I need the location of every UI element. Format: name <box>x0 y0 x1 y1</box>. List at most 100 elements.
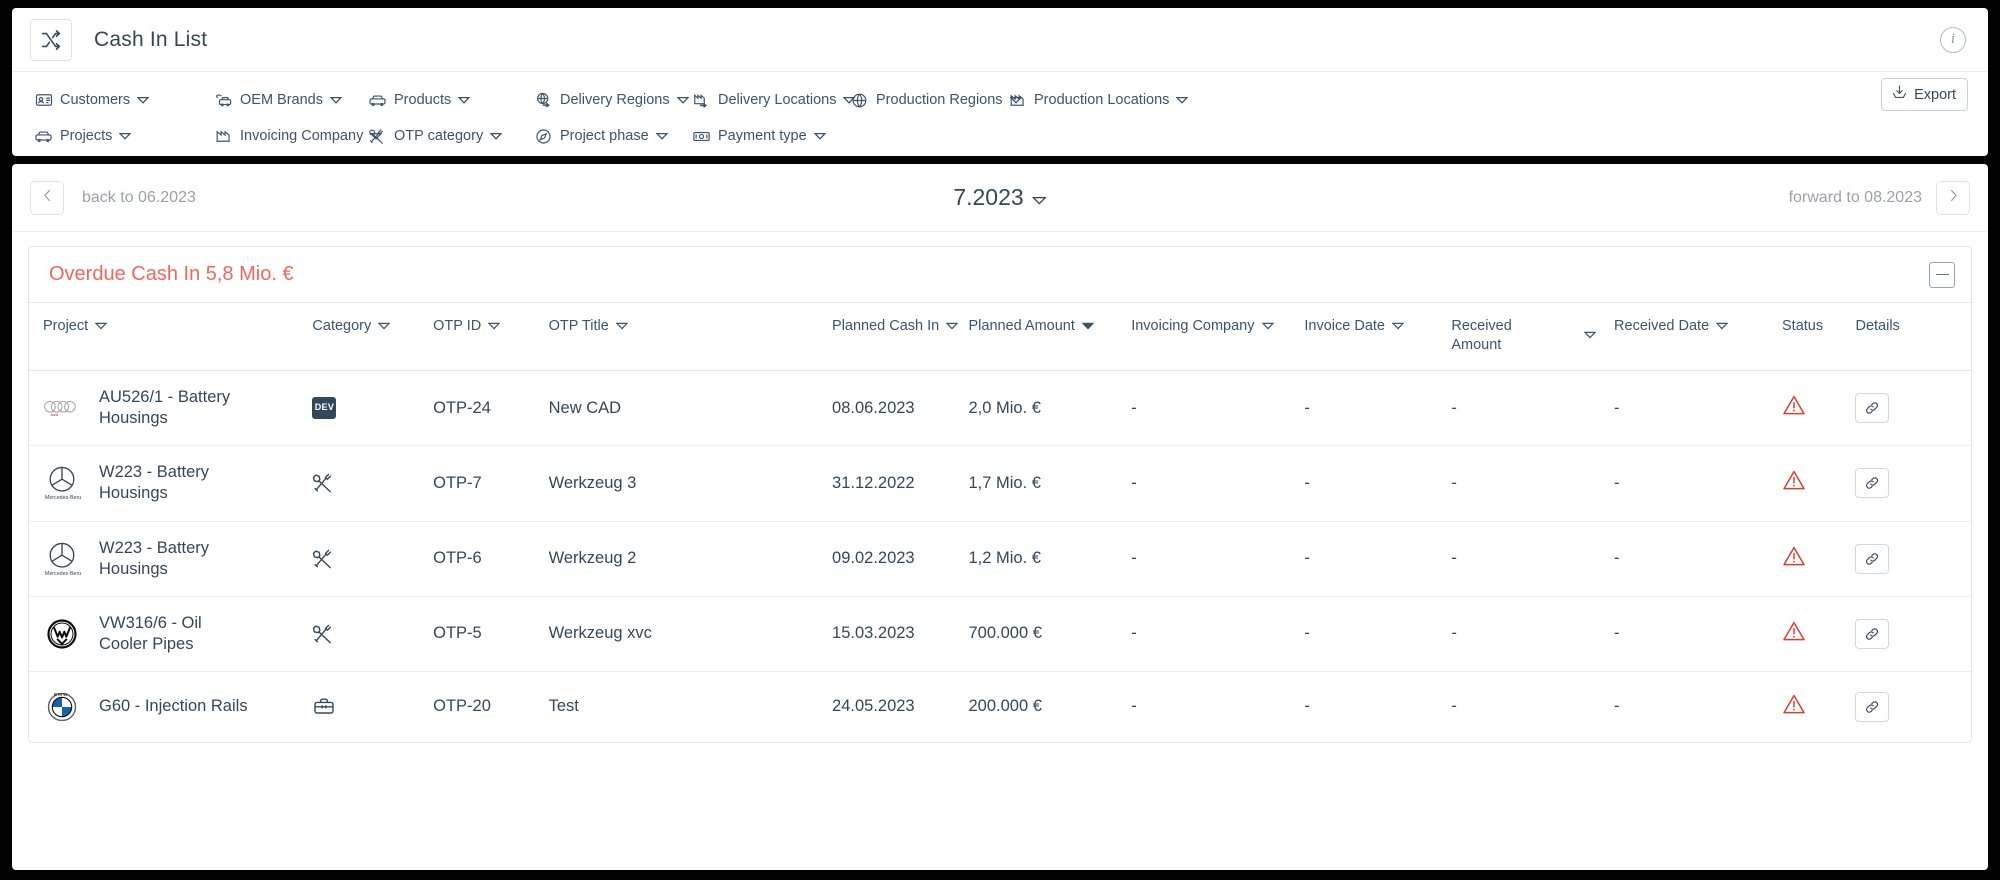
chevron-down-icon <box>813 132 826 140</box>
sort-icon <box>488 322 501 330</box>
globe-arrow-icon <box>534 91 553 110</box>
details-link-button[interactable] <box>1855 618 1890 649</box>
cell-otp-id: OTP-7 <box>433 445 549 522</box>
cell-received-amount: - <box>1451 670 1615 742</box>
project-name: W223 - Battery Housings <box>99 538 210 578</box>
cell-otp-id: OTP-24 <box>433 370 549 446</box>
sort-icon <box>378 322 391 330</box>
shuffle-icon[interactable] <box>30 18 72 61</box>
chevron-down-icon <box>1032 184 1048 211</box>
cell-received-date: - <box>1614 595 1782 672</box>
cell-otp-title: Werkzeug 3 <box>548 445 833 522</box>
cell-invoice-date: - <box>1304 670 1452 742</box>
details-link-button[interactable] <box>1855 691 1890 722</box>
th-label: Planned Amount <box>968 318 1075 334</box>
period-selector[interactable]: 7.2023 <box>953 184 1048 211</box>
minus-square-icon[interactable] <box>1929 261 1955 288</box>
card-header: Overdue Cash In 5,8 Mio. € <box>29 247 1971 303</box>
cell-status <box>1782 670 1856 742</box>
th-planned-cash-in[interactable]: Planned Cash In <box>832 303 968 371</box>
filter-delivery-locations[interactable]: Delivery Locations <box>692 91 856 110</box>
filter-otp-category[interactable]: OTP category <box>368 127 534 146</box>
chevron-down-icon <box>137 96 150 104</box>
filter-row-2: Projects Invoicing Company OTP category … <box>12 118 1988 154</box>
cell-received-date: - <box>1614 445 1782 522</box>
cell-invoice-date: - <box>1304 595 1452 672</box>
details-link-button[interactable] <box>1855 468 1890 499</box>
cell-planned-amount: 1,2 Mio. € <box>968 520 1132 597</box>
th-otp-title[interactable]: OTP Title <box>549 303 832 371</box>
table-row[interactable]: Mercedes-Benz W223 - Battery Housings OT… <box>29 520 1971 597</box>
export-button[interactable]: Export <box>1881 78 1968 111</box>
contact-card-icon <box>34 91 53 110</box>
filter-customers[interactable]: Customers <box>34 91 214 110</box>
info-icon[interactable]: i <box>1940 26 1966 53</box>
next-month-button[interactable] <box>1936 180 1970 215</box>
chevron-down-icon <box>119 132 132 140</box>
warning-icon <box>1782 546 1806 571</box>
th-details: Details <box>1855 303 1971 371</box>
toolbox-icon <box>312 694 338 720</box>
cell-project: VW316/6 - Oil Cooler Pipes <box>29 595 313 672</box>
th-received-date[interactable]: Received Date <box>1614 303 1782 371</box>
filter-payment-type[interactable]: Payment type <box>692 127 850 146</box>
th-otp-id[interactable]: OTP ID <box>433 303 548 371</box>
filter-oem-brands[interactable]: OEM Brands <box>214 91 368 110</box>
table-row[interactable]: VW316/6 - Oil Cooler Pipes OTP-5 Werkzeu… <box>29 595 1971 672</box>
download-icon <box>1891 84 1908 105</box>
cell-status <box>1782 370 1856 446</box>
sort-icon <box>95 322 108 330</box>
cell-status <box>1782 520 1856 597</box>
cell-details <box>1855 670 1971 742</box>
title-bar: Cash In List i <box>12 8 1988 72</box>
mercedes-logo-icon: Mercedes-Benz <box>43 464 81 502</box>
audi-logo-icon: Audi <box>43 389 81 427</box>
table-header-row: Project Category OTP ID OTP Title Planne… <box>29 303 1971 371</box>
cell-received-amount: - <box>1451 595 1615 672</box>
volkswagen-logo-icon <box>43 615 81 653</box>
cell-invoice-date: - <box>1304 520 1452 597</box>
back-label[interactable]: back to 06.2023 <box>82 189 196 207</box>
filter-production-regions[interactable]: Production Regions <box>850 91 1022 110</box>
factory-arrow-icon <box>692 91 711 110</box>
th-label: Received Date <box>1614 318 1710 334</box>
previous-month-button[interactable] <box>30 180 64 215</box>
cell-planned-amount: 700.000 € <box>968 595 1132 672</box>
th-invoicing-company[interactable]: Invoicing Company <box>1131 303 1304 371</box>
forward-label[interactable]: forward to 08.2023 <box>1789 189 1922 207</box>
details-link-button[interactable] <box>1855 543 1890 574</box>
filter-project-phase[interactable]: Project phase <box>534 127 692 146</box>
details-link-button[interactable] <box>1855 393 1890 424</box>
th-planned-amount[interactable]: Planned Amount <box>968 303 1131 371</box>
cell-project: Mercedes-Benz W223 - Battery Housings <box>29 520 313 597</box>
filter-label: OEM Brands <box>240 92 323 108</box>
cell-otp-title: Test <box>548 670 833 742</box>
filter-projects[interactable]: Projects <box>34 127 214 146</box>
cell-otp-title: New CAD <box>548 370 833 446</box>
sort-icon <box>946 322 959 330</box>
sort-icon <box>1392 322 1404 330</box>
cell-category: DEV <box>312 370 434 446</box>
th-project[interactable]: Project <box>29 303 312 371</box>
filter-invoicing-company[interactable]: Invoicing Company <box>214 127 383 146</box>
tools-icon <box>312 546 338 572</box>
th-received-amount[interactable]: Received Amount <box>1451 303 1614 371</box>
table-row[interactable]: B M W G60 - Injection Rails OTP-20 Test … <box>29 670 1971 742</box>
filter-products[interactable]: Products <box>368 91 534 110</box>
th-category[interactable]: Category <box>312 303 433 371</box>
cell-planned-cash-in: 31.12.2022 <box>832 445 969 522</box>
cell-project: Mercedes-Benz W223 - Battery Housings <box>29 445 313 522</box>
table-row[interactable]: Mercedes-Benz W223 - Battery Housings OT… <box>29 445 1971 522</box>
cell-planned-amount: 2,0 Mio. € <box>968 370 1132 446</box>
th-invoice-date[interactable]: Invoice Date <box>1304 303 1451 371</box>
table-row[interactable]: Audi AU526/1 - Battery Housings DEV OTP-… <box>29 370 1971 446</box>
cell-planned-cash-in: 09.02.2023 <box>832 520 969 597</box>
filter-delivery-regions[interactable]: Delivery Regions <box>534 91 692 110</box>
th-label: Category <box>312 318 372 334</box>
filter-label: Customers <box>60 92 131 108</box>
filter-production-locations[interactable]: Production Locations <box>1008 91 1189 110</box>
cell-otp-id: OTP-20 <box>433 670 549 742</box>
table-header: Project Category OTP ID OTP Title Planne… <box>29 303 1971 371</box>
project-name: W223 - Battery Housings <box>99 463 210 503</box>
th-label: Invoice Date <box>1304 318 1385 334</box>
